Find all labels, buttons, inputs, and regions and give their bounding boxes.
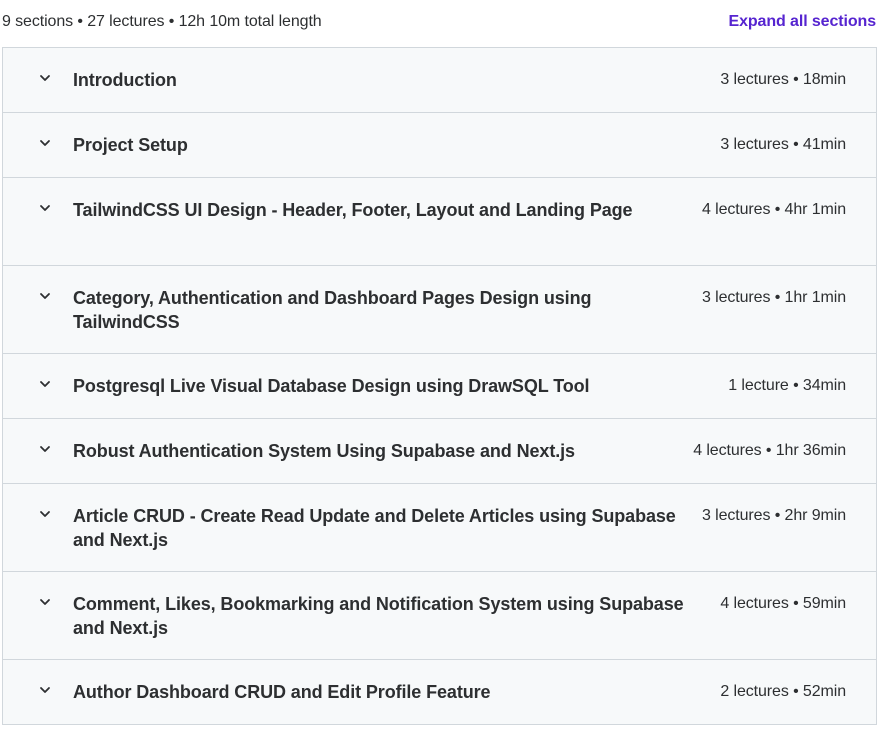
- section-row[interactable]: Postgresql Live Visual Database Design u…: [3, 354, 876, 419]
- section-meta: 3 lectures • 1hr 1min: [701, 289, 846, 306]
- chevron-down-icon: [3, 286, 73, 303]
- section-meta: 3 lectures • 2hr 9min: [701, 507, 846, 524]
- chevron-down-icon: [3, 680, 73, 697]
- expand-all-sections-button[interactable]: Expand all sections: [729, 13, 877, 31]
- chevron-down-icon: [3, 198, 73, 215]
- section-row[interactable]: Comment, Likes, Bookmarking and Notifica…: [3, 572, 876, 660]
- section-meta: 4 lectures • 4hr 1min: [701, 201, 846, 218]
- section-meta: 1 lecture • 34min: [728, 377, 846, 394]
- section-title: Postgresql Live Visual Database Design u…: [73, 376, 590, 396]
- section-title: Author Dashboard CRUD and Edit Profile F…: [73, 682, 491, 702]
- section-meta: 3 lectures • 41min: [720, 136, 846, 153]
- section-title: Robust Authentication System Using Supab…: [73, 441, 575, 461]
- chevron-down-icon: [3, 374, 73, 391]
- section-title: TailwindCSS UI Design - Header, Footer, …: [73, 200, 633, 220]
- section-meta: 4 lectures • 59min: [720, 595, 846, 612]
- section-meta: 2 lectures • 52min: [720, 683, 846, 700]
- chevron-down-icon: [3, 504, 73, 521]
- chevron-down-icon: [3, 68, 73, 85]
- section-row[interactable]: Robust Authentication System Using Supab…: [3, 419, 876, 484]
- section-row[interactable]: Author Dashboard CRUD and Edit Profile F…: [3, 660, 876, 725]
- section-title: Category, Authentication and Dashboard P…: [73, 288, 592, 332]
- section-meta: 3 lectures • 18min: [720, 71, 846, 88]
- chevron-down-icon: [3, 133, 73, 150]
- curriculum-sections: Introduction 3 lectures • 18min Project Se…: [2, 47, 877, 725]
- section-title: Comment, Likes, Bookmarking and Notifica…: [73, 594, 684, 638]
- section-title: Project Setup: [73, 135, 188, 155]
- section-title: Article CRUD - Create Read Update and De…: [73, 506, 676, 550]
- section-row[interactable]: TailwindCSS UI Design - Header, Footer, …: [3, 178, 876, 266]
- section-meta: 4 lectures • 1hr 36min: [693, 442, 846, 459]
- section-row[interactable]: Project Setup 3 lectures • 41min: [3, 113, 876, 178]
- chevron-down-icon: [3, 592, 73, 609]
- section-row[interactable]: Category, Authentication and Dashboard P…: [3, 266, 876, 354]
- chevron-down-icon: [3, 439, 73, 456]
- section-row[interactable]: Introduction 3 lectures • 18min: [3, 48, 876, 113]
- section-title: Introduction: [73, 70, 177, 90]
- curriculum-summary: 9 sections • 27 lectures • 12h 10m total…: [2, 13, 322, 30]
- curriculum-summary-bar: 9 sections • 27 lectures • 12h 10m total…: [0, 0, 880, 44]
- section-row[interactable]: Article CRUD - Create Read Update and De…: [3, 484, 876, 572]
